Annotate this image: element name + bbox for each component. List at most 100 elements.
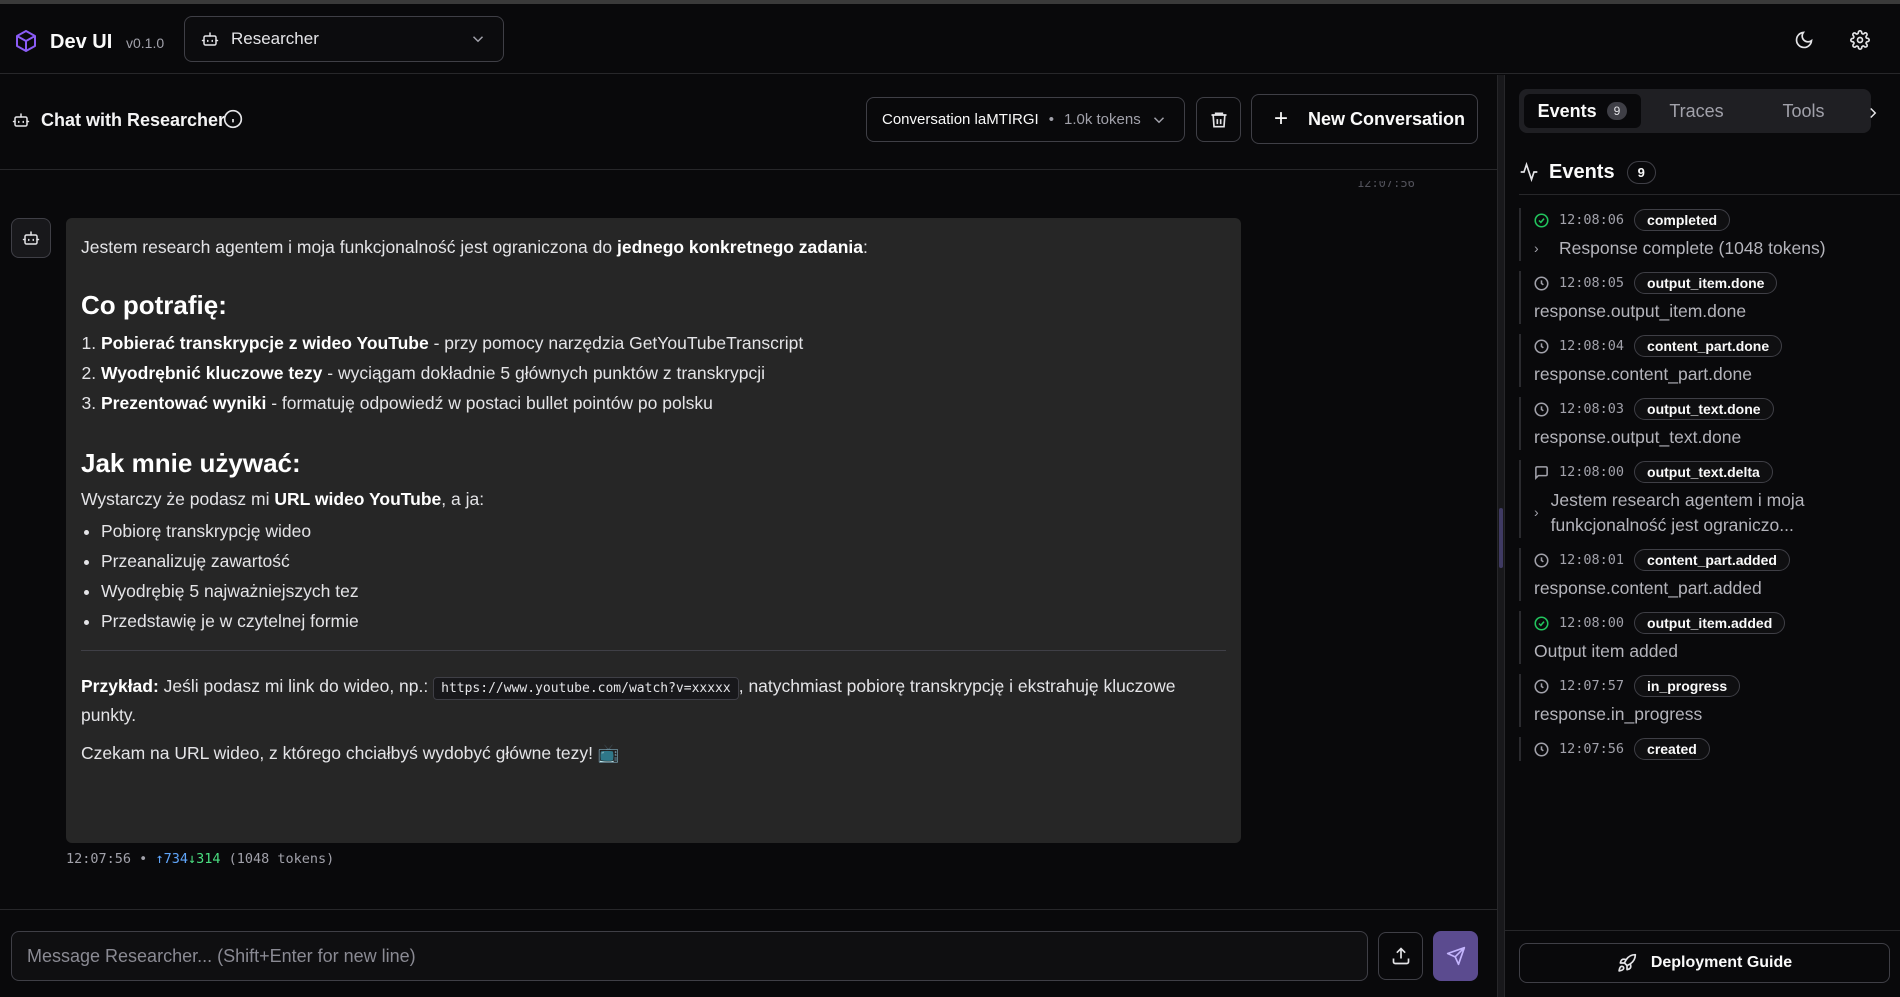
clock-icon	[1534, 741, 1549, 757]
example-url: https://www.youtube.com/watch?v=xxxxx	[433, 677, 739, 700]
message-time: 12:07:56	[66, 851, 132, 867]
event-item[interactable]: 12:08:04 content_part.done response.cont…	[1519, 334, 1885, 387]
list-item: Pobiorę transkrypcję wideo	[101, 516, 1226, 546]
conversation-name: Conversation laMTIRGI	[882, 111, 1039, 128]
separator-dot: •	[1048, 111, 1054, 128]
collapse-panel-button[interactable]	[1859, 99, 1887, 127]
tab-tools[interactable]: Tools	[1751, 94, 1856, 128]
activity-icon	[1520, 162, 1538, 182]
event-type: output_item.done	[1634, 272, 1778, 294]
composer	[0, 909, 1497, 997]
tab-events[interactable]: Events 9	[1524, 94, 1641, 128]
chevron-down-icon	[472, 36, 484, 43]
event-item[interactable]: 12:08:06 completed › Response complete (1…	[1519, 208, 1885, 261]
assistant-avatar	[11, 218, 51, 258]
event-desc: response.content_part.done	[1534, 364, 1752, 384]
event-item[interactable]: 12:08:00 output_item.added Output item a…	[1519, 611, 1885, 664]
event-item[interactable]: 12:07:56 created	[1519, 737, 1885, 761]
clock-icon	[1534, 338, 1549, 354]
input-tokens: ↑734	[155, 851, 188, 867]
event-type: output_item.added	[1634, 612, 1786, 634]
clock-icon	[1534, 678, 1549, 694]
event-item[interactable]: 12:08:03 output_text.done response.outpu…	[1519, 397, 1885, 450]
capabilities-list: Pobierać transkrypcje z wideo YouTube - …	[81, 328, 1226, 418]
event-type: completed	[1634, 209, 1731, 231]
new-conversation-label: New Conversation	[1308, 108, 1466, 129]
event-time: 12:08:00	[1559, 464, 1625, 480]
event-time: 12:08:00	[1559, 615, 1625, 631]
event-desc: Response complete (1048 tokens)	[1559, 238, 1826, 258]
list-item: Wyodrębię 5 najważniejszych tez	[101, 576, 1226, 606]
check-circle-icon	[1534, 615, 1549, 631]
chevron-right-icon[interactable]: ›	[1534, 236, 1559, 261]
event-item[interactable]: 12:07:57 in_progress response.in_progres…	[1519, 674, 1885, 727]
panel-resizer[interactable]	[1497, 75, 1505, 997]
info-icon[interactable]	[223, 109, 243, 129]
event-item[interactable]: 12:08:05 output_item.done response.outpu…	[1519, 271, 1885, 324]
event-desc: response.output_item.done	[1534, 301, 1747, 321]
resize-handle[interactable]	[1499, 508, 1503, 568]
new-conversation-button[interactable]: + New Conversation	[1251, 94, 1478, 144]
list-item: Prezentować wyniki - formatuję odpowiedź…	[101, 388, 1226, 418]
assistant-message: Jestem research agentem i moja funkcjona…	[66, 218, 1241, 843]
message-meta: 12:07:56 • ↑734↓314 (1048 tokens)	[66, 851, 334, 867]
message-icon	[1535, 465, 1548, 480]
event-time: 12:08:04	[1559, 338, 1625, 354]
closing-text: Czekam na URL wideo, z którego chciałbyś…	[81, 743, 620, 763]
event-type: content_part.added	[1634, 549, 1790, 571]
tab-events-badge: 9	[1606, 102, 1628, 120]
events-title: Events	[1549, 160, 1615, 183]
upload-button[interactable]	[1378, 932, 1423, 980]
app-header: Dev UI v0.1.0 Researcher	[0, 4, 1900, 74]
chat-title: Chat with Researcher	[41, 110, 226, 130]
debug-panel: Events 9 Traces Tools Events 9 12:08:06 c…	[1505, 75, 1900, 997]
list-item: Pobierać transkrypcje z wideo YouTube - …	[101, 328, 1226, 358]
delete-conversation-button[interactable]	[1196, 97, 1241, 142]
panel-footer-divider	[1505, 930, 1900, 931]
check-circle-icon	[1534, 212, 1549, 228]
events-list: 12:08:06 completed › Response complete (1…	[1519, 208, 1885, 930]
events-count: 9	[1626, 160, 1656, 184]
event-desc: response.in_progress	[1534, 704, 1703, 724]
agent-selector-value: Researcher	[231, 29, 319, 48]
logo-icon	[16, 30, 36, 52]
chevron-right-icon	[1870, 107, 1877, 119]
settings-button[interactable]	[1846, 26, 1874, 54]
agent-selector[interactable]: Researcher	[184, 16, 504, 62]
deployment-guide-button[interactable]: Deployment Guide	[1519, 943, 1890, 983]
theme-toggle-button[interactable]	[1790, 26, 1818, 54]
chevron-right-icon[interactable]: ›	[1534, 488, 1551, 538]
event-desc: Output item added	[1534, 641, 1678, 661]
event-time: 12:08:03	[1559, 401, 1625, 417]
app-name: Dev UI	[50, 31, 113, 53]
panel-tabs: Events 9 Traces Tools	[1519, 89, 1871, 133]
clipped-timestamp: 12:07:56	[1357, 181, 1415, 189]
chevron-down-icon	[1153, 117, 1165, 124]
bot-icon	[22, 231, 40, 245]
app-version: v0.1.0	[126, 35, 165, 51]
conversation-selector[interactable]: Conversation laMTIRGI • 1.0k tokens	[866, 97, 1185, 142]
message-input[interactable]	[11, 931, 1368, 981]
event-desc: Jestem research agentem i moja funkcjona…	[1550, 490, 1805, 535]
send-button[interactable]	[1433, 931, 1478, 981]
deployment-guide-label: Deployment Guide	[1650, 954, 1793, 971]
list-item: Wyodrębnić kluczowe tezy - wyciągam dokł…	[101, 358, 1226, 388]
rocket-icon	[1618, 953, 1636, 972]
bot-icon	[12, 113, 30, 127]
list-item: Przeanalizuję zawartość	[101, 546, 1226, 576]
total-tokens: (1048 tokens)	[228, 851, 335, 867]
event-item[interactable]: 12:08:01 content_part.added response.con…	[1519, 548, 1885, 601]
event-time: 12:08:05	[1559, 275, 1625, 291]
event-desc: response.content_part.added	[1534, 578, 1762, 598]
clock-icon	[1534, 552, 1549, 568]
tab-traces[interactable]: Traces	[1644, 94, 1749, 128]
event-type: content_part.done	[1634, 335, 1783, 357]
heading-capabilities: Co potrafię:	[81, 290, 227, 320]
event-item[interactable]: 12:08:00 output_text.delta › Jestem resea…	[1519, 460, 1885, 538]
moon-icon	[1795, 31, 1813, 49]
clock-icon	[1534, 401, 1549, 417]
event-type: in_progress	[1634, 675, 1741, 697]
trash-icon	[1211, 112, 1226, 127]
list-item: Przedstawię je w czytelnej formie	[101, 606, 1226, 636]
chat-header: Chat with Researcher Conversation laMTIR…	[0, 75, 1497, 170]
